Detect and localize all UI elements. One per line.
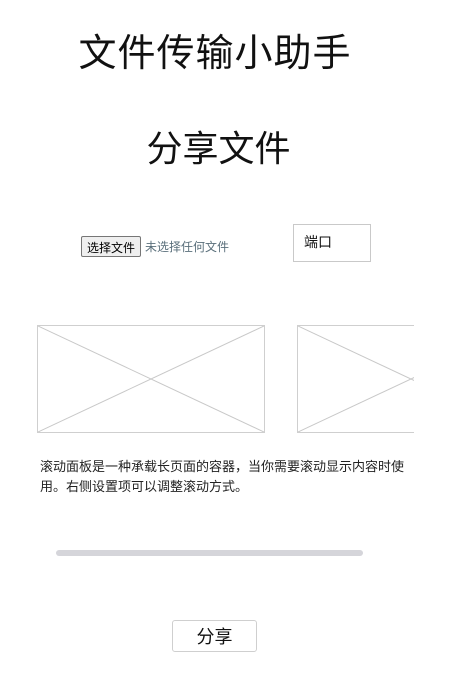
file-status-text: 未选择任何文件	[145, 240, 230, 254]
choose-file-button[interactable]: 选择文件	[81, 236, 142, 257]
section-title: 分享文件	[146, 129, 291, 170]
app-title: 文件传输小助手	[78, 31, 352, 75]
port-input[interactable]	[293, 224, 371, 262]
file-picker: 选择文件 未选择任何文件	[81, 236, 229, 257]
image-placeholder	[37, 325, 265, 433]
image-placeholder	[297, 325, 414, 433]
scroll-panel[interactable]	[37, 325, 414, 433]
scroll-panel-description: 滚动面板是一种承载长页面的容器，当你需要滚动显示内容时使用。右侧设置项可以调整滚…	[40, 460, 405, 495]
horizontal-scrollbar[interactable]	[56, 550, 363, 556]
share-button[interactable]: 分享	[172, 620, 257, 652]
